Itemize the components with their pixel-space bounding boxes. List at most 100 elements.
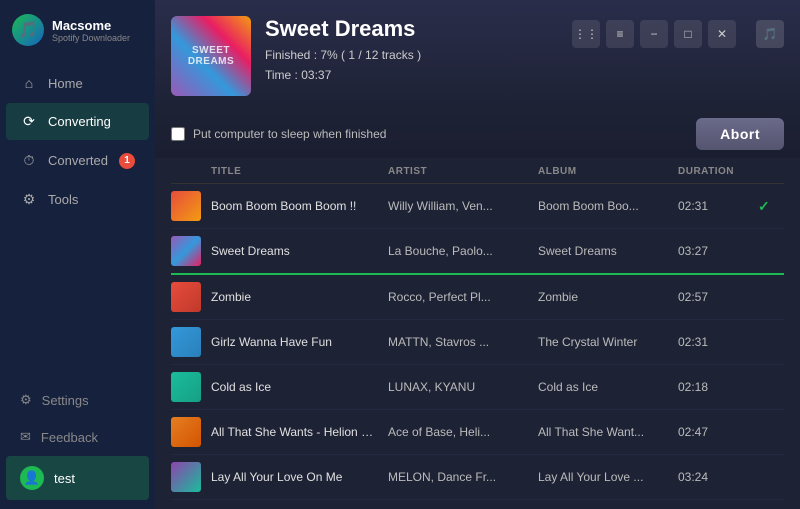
maximize-button[interactable]: □: [674, 20, 702, 48]
track-title: Boom Boom Boom Boom !!: [207, 199, 384, 213]
track-title: Sweet Dreams: [207, 244, 384, 258]
user-profile[interactable]: 👤 test: [6, 456, 149, 500]
track-album: Boom Boom Boo...: [534, 199, 674, 213]
sidebar-item-home[interactable]: ⌂ Home: [6, 65, 149, 101]
table-row[interactable]: Boom Boom Boom Boom !! Willy William, Ve…: [171, 184, 784, 229]
sleep-checkbox[interactable]: Put computer to sleep when finished: [171, 127, 386, 141]
sidebar-item-tools-label: Tools: [48, 192, 78, 207]
table-row[interactable]: Girlz Wanna Have Fun MATTN, Stavros ... …: [171, 320, 784, 365]
table-row[interactable]: All That She Wants - Helion Remix Ace of…: [171, 410, 784, 455]
track-thumbnail: [171, 372, 201, 402]
settings-icon: ⚙: [20, 392, 32, 408]
track-thumb-cell: [171, 372, 207, 402]
track-thumbnail: [171, 417, 201, 447]
track-thumb-cell: [171, 191, 207, 221]
track-thumbnail: [171, 191, 201, 221]
album-info: Sweet Dreams Finished : 7% ( 1 / 12 trac…: [265, 16, 421, 82]
converted-icon: ⏱: [20, 152, 38, 169]
menu-lines-button[interactable]: ≡: [606, 20, 634, 48]
minimize-button[interactable]: −: [640, 20, 668, 48]
track-title: Zombie: [207, 290, 384, 304]
table-row[interactable]: Zombie Rocco, Perfect Pl... Zombie 02:57: [171, 275, 784, 320]
track-artist: Rocco, Perfect Pl...: [384, 290, 534, 304]
album-progress: Finished : 7% ( 1 / 12 tracks ): [265, 48, 421, 62]
sidebar-item-tools[interactable]: ⚙ Tools: [6, 181, 149, 218]
table-row[interactable]: Cold as Ice LUNAX, KYANU Cold as Ice 02:…: [171, 365, 784, 410]
track-thumbnail: [171, 236, 201, 266]
track-checkmark: ✓: [754, 198, 784, 215]
track-thumbnail: [171, 462, 201, 492]
nav-section: ⌂ Home ⟳ Converting ⏱ Converted 1 ⚙ Tool…: [0, 58, 155, 381]
table-row[interactable]: Lay All Your Love On Me MELON, Dance Fr.…: [171, 455, 784, 500]
track-duration: 02:31: [674, 199, 754, 213]
track-duration: 03:27: [674, 244, 754, 258]
album-title: Sweet Dreams: [265, 16, 421, 42]
track-duration: 02:47: [674, 425, 754, 439]
sidebar-bottom: ⚙ Settings ✉ Feedback 👤 test: [0, 381, 155, 509]
track-title: Girlz Wanna Have Fun: [207, 335, 384, 349]
abort-button[interactable]: Abort: [696, 118, 784, 150]
track-artist: Willy William, Ven...: [384, 199, 534, 213]
user-avatar: 👤: [20, 466, 44, 490]
track-artist: MATTN, Stavros ...: [384, 335, 534, 349]
track-album: Lay All Your Love ...: [534, 470, 674, 484]
track-thumb-cell: [171, 236, 207, 266]
sleep-checkbox-input[interactable]: [171, 127, 185, 141]
settings-label: Settings: [42, 393, 89, 408]
header-section: SWEETDREAMS Sweet Dreams Finished : 7% (…: [155, 0, 800, 108]
track-duration: 02:57: [674, 290, 754, 304]
album-art-inner: SWEETDREAMS: [171, 16, 251, 96]
sidebar: 🎵 Macsome Spotify Downloader ⌂ Home ⟳ Co…: [0, 0, 155, 509]
app-subtitle: Spotify Downloader: [52, 33, 130, 43]
menu-dots-button[interactable]: ⋮⋮: [572, 20, 600, 48]
album-art: SWEETDREAMS: [171, 16, 251, 96]
track-thumb-cell: [171, 282, 207, 312]
table-body: Boom Boom Boom Boom !! Willy William, Ve…: [171, 184, 784, 500]
table-header: TITLE ARTIST ALBUM DURATION: [171, 158, 784, 184]
th-thumb: [171, 166, 207, 177]
track-thumb-cell: [171, 327, 207, 357]
album-time: Time : 03:37: [265, 68, 421, 82]
sidebar-item-converted[interactable]: ⏱ Converted 1: [6, 142, 149, 179]
track-thumb-cell: [171, 462, 207, 492]
logo-area: 🎵 Macsome Spotify Downloader: [0, 0, 155, 58]
th-artist: ARTIST: [384, 166, 534, 177]
sidebar-item-settings[interactable]: ⚙ Settings: [6, 382, 149, 418]
sidebar-item-converting-label: Converting: [48, 114, 111, 129]
track-artist: MELON, Dance Fr...: [384, 470, 534, 484]
track-album: Zombie: [534, 290, 674, 304]
track-thumb-cell: [171, 417, 207, 447]
converted-badge: 1: [119, 153, 135, 169]
track-album: Sweet Dreams: [534, 244, 674, 258]
track-duration: 03:24: [674, 470, 754, 484]
user-name: test: [54, 471, 75, 486]
app-name: Macsome: [52, 18, 130, 33]
track-album: All That She Want...: [534, 425, 674, 439]
album-section: SWEETDREAMS Sweet Dreams Finished : 7% (…: [171, 16, 421, 96]
media-button[interactable]: 🎵: [756, 20, 784, 48]
close-button[interactable]: ✕: [708, 20, 736, 48]
feedback-label: Feedback: [41, 430, 98, 445]
converting-icon: ⟳: [20, 113, 38, 130]
track-duration: 02:31: [674, 335, 754, 349]
track-title: Lay All Your Love On Me: [207, 470, 384, 484]
sleep-label: Put computer to sleep when finished: [193, 127, 386, 141]
track-artist: La Bouche, Paolo...: [384, 244, 534, 258]
logo-text: Macsome Spotify Downloader: [52, 18, 130, 43]
track-duration: 02:18: [674, 380, 754, 394]
sidebar-item-feedback[interactable]: ✉ Feedback: [6, 419, 149, 455]
home-icon: ⌂: [20, 75, 38, 91]
main-content: SWEETDREAMS Sweet Dreams Finished : 7% (…: [155, 0, 800, 509]
tools-icon: ⚙: [20, 191, 38, 208]
sidebar-item-home-label: Home: [48, 76, 83, 91]
table-row[interactable]: Sweet Dreams La Bouche, Paolo... Sweet D…: [171, 229, 784, 275]
track-table: TITLE ARTIST ALBUM DURATION Boom Boom Bo…: [155, 158, 800, 509]
track-thumbnail: [171, 282, 201, 312]
sidebar-item-converting[interactable]: ⟳ Converting: [6, 103, 149, 140]
track-thumbnail: [171, 327, 201, 357]
track-album: The Crystal Winter: [534, 335, 674, 349]
track-artist: LUNAX, KYANU: [384, 380, 534, 394]
th-duration: DURATION: [674, 166, 754, 177]
track-title: All That She Wants - Helion Remix: [207, 425, 384, 439]
app-logo-icon: 🎵: [12, 14, 44, 46]
